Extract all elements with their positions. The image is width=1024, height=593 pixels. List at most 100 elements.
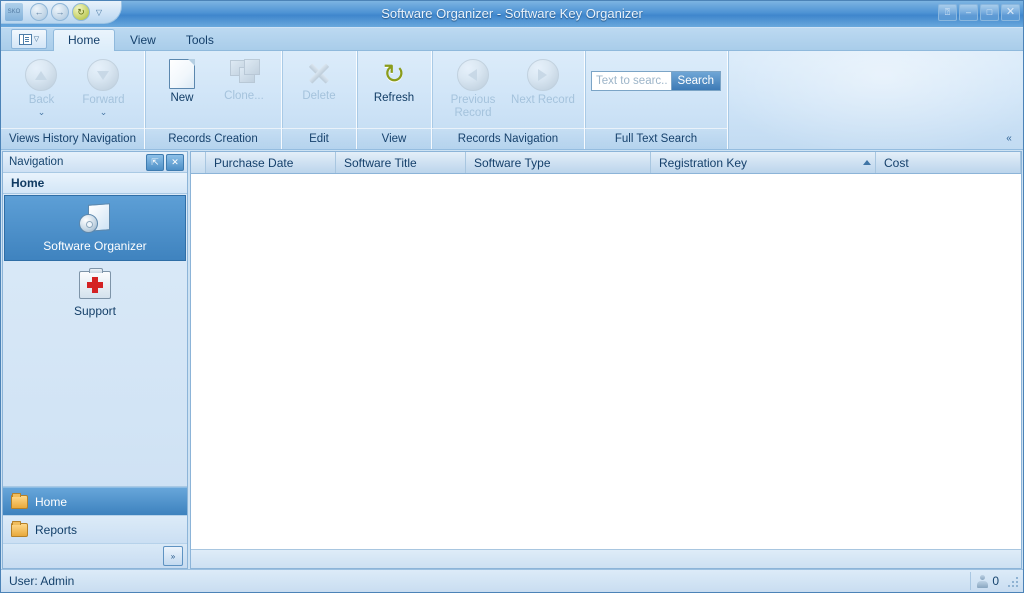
nav-tile-label: Software Organizer (43, 239, 146, 253)
maximize-icon: □ (987, 8, 992, 17)
column-header-purchase-date[interactable]: Purchase Date (206, 152, 336, 173)
back-button-label: Back (29, 94, 55, 107)
tab-home[interactable]: Home (53, 29, 115, 51)
ribbon-group-label: Full Text Search (585, 128, 727, 149)
maximize-button[interactable]: □ (980, 4, 999, 21)
window-title: Software Organizer - Software Key Organi… (1, 1, 1023, 27)
ribbon-group-edit: Delete Edit (282, 51, 357, 149)
qat-refresh-button[interactable]: ↻ (72, 3, 90, 21)
forward-dropdown-chevron-icon[interactable]: ⌄ (100, 108, 108, 117)
nav-tile-support[interactable]: Support (5, 263, 185, 325)
navigation-item-list: Home Reports (3, 487, 187, 544)
delete-x-icon (305, 59, 333, 87)
navigation-close-button[interactable]: ✕ (166, 154, 184, 171)
next-arrow-icon (527, 59, 559, 91)
status-bar: User: Admin 0 (1, 569, 1023, 592)
application-window: SKO ← → ↻ ▽ Software Organizer - Softwar… (0, 0, 1024, 593)
column-header-label: Registration Key (659, 156, 747, 170)
previous-arrow-icon (457, 59, 489, 91)
search-box[interactable]: Search (591, 71, 721, 91)
window-controls: ⍰ – □ ✕ (938, 4, 1020, 21)
ribbon-collapse-button[interactable]: « (1001, 131, 1017, 147)
back-arrow-icon: ← (35, 8, 44, 17)
minimize-button[interactable]: – (959, 4, 978, 21)
sidebar-item-label: Home (35, 495, 67, 509)
grid-footer (191, 549, 1021, 568)
grid-header-row: Purchase Date Software Title Software Ty… (191, 152, 1021, 174)
chevrons-down-icon: » (171, 553, 175, 560)
ribbon: Back ⌄ Forward ⌄ Views History Navigatio… (1, 51, 1023, 150)
ribbon-tab-strip: ▽ Home View Tools (1, 28, 1023, 51)
navigation-pane-title: Navigation (9, 156, 144, 168)
grid-body[interactable] (191, 174, 1021, 549)
column-header-software-type[interactable]: Software Type (466, 152, 651, 173)
tab-tools[interactable]: Tools (171, 29, 229, 50)
ribbon-group-label: Records Creation (145, 128, 281, 149)
new-button[interactable]: New (151, 55, 213, 105)
nav-tile-label: Support (74, 304, 116, 318)
forward-button-label: Forward (82, 94, 124, 107)
forward-button[interactable]: Forward ⌄ (72, 55, 134, 117)
forward-arrow-icon (87, 59, 119, 91)
navigation-expander-button[interactable]: » (163, 546, 183, 566)
qat-customize-button[interactable]: ▽ (93, 5, 105, 19)
clone-button[interactable]: Clone... (213, 55, 275, 103)
sidebar-item-reports[interactable]: Reports (3, 516, 187, 544)
chevron-up-icon: « (1006, 134, 1012, 144)
folder-icon (11, 523, 28, 537)
navigation-pane-caption: Navigation ⇱ ✕ (3, 152, 187, 173)
software-disc-icon (79, 204, 111, 234)
user-icon (977, 575, 988, 588)
ribbon-group-view: ↻ Refresh View (357, 51, 432, 149)
chevron-down-icon: ▽ (96, 8, 102, 17)
status-right-panel: 0 (970, 572, 1021, 590)
help-icon: ⍰ (945, 8, 950, 17)
delete-button[interactable]: Delete (288, 55, 350, 103)
status-user-label: User: Admin (9, 574, 970, 588)
help-button[interactable]: ⍰ (938, 4, 957, 21)
search-input[interactable] (592, 72, 671, 90)
records-grid: Purchase Date Software Title Software Ty… (190, 151, 1022, 569)
refresh-icon: ↻ (379, 59, 409, 89)
column-header-registration-key[interactable]: Registration Key (651, 152, 876, 173)
column-header-software-title[interactable]: Software Title (336, 152, 466, 173)
minimize-icon: – (966, 8, 971, 17)
search-button[interactable]: Search (671, 72, 720, 90)
back-dropdown-chevron-icon[interactable]: ⌄ (38, 108, 46, 117)
close-icon: ✕ (1006, 7, 1015, 18)
nav-tile-software-organizer[interactable]: Software Organizer (4, 195, 186, 261)
status-record-count: 0 (992, 574, 999, 588)
refresh-button-label: Refresh (374, 92, 414, 105)
next-record-button-label: Next Record (511, 94, 575, 107)
pin-icon: ⇱ (151, 158, 159, 167)
navigation-pane: Navigation ⇱ ✕ Home Software Organizer (2, 151, 188, 569)
app-menu-icon (19, 34, 32, 45)
qat-back-button[interactable]: ← (30, 3, 48, 21)
main-content: Navigation ⇱ ✕ Home Software Organizer (1, 150, 1023, 569)
back-button[interactable]: Back ⌄ (10, 55, 72, 117)
qat-forward-button[interactable]: → (51, 3, 69, 21)
ribbon-filler (728, 51, 1023, 149)
tab-view[interactable]: View (115, 29, 171, 50)
ribbon-group-label: View (357, 128, 431, 149)
ribbon-group-label: Views History Navigation (1, 128, 144, 149)
title-bar: SKO ← → ↻ ▽ Software Organizer - Softwar… (1, 1, 1023, 28)
delete-button-label: Delete (302, 90, 335, 103)
previous-record-button[interactable]: Previous Record (438, 55, 508, 120)
application-menu-button[interactable]: ▽ (11, 29, 47, 49)
refresh-button[interactable]: ↻ Refresh (363, 55, 425, 105)
column-header-cost[interactable]: Cost (876, 152, 1021, 173)
ribbon-group-full-text-search: Search Full Text Search (585, 51, 728, 149)
clone-button-label: Clone... (224, 90, 264, 103)
ribbon-group-records-navigation: Previous Record Next Record Records Navi… (432, 51, 585, 149)
next-record-button[interactable]: Next Record (508, 55, 578, 107)
resize-grip[interactable] (1005, 574, 1019, 588)
close-button[interactable]: ✕ (1001, 4, 1020, 21)
support-kit-icon (79, 271, 111, 299)
sidebar-item-home[interactable]: Home (3, 487, 187, 516)
column-header-label: Software Title (344, 156, 417, 170)
chevron-down-icon: ▽ (34, 36, 39, 43)
pin-button[interactable]: ⇱ (146, 154, 164, 171)
back-arrow-icon (25, 59, 57, 91)
quick-access-toolbar: SKO ← → ↻ ▽ (1, 1, 122, 24)
